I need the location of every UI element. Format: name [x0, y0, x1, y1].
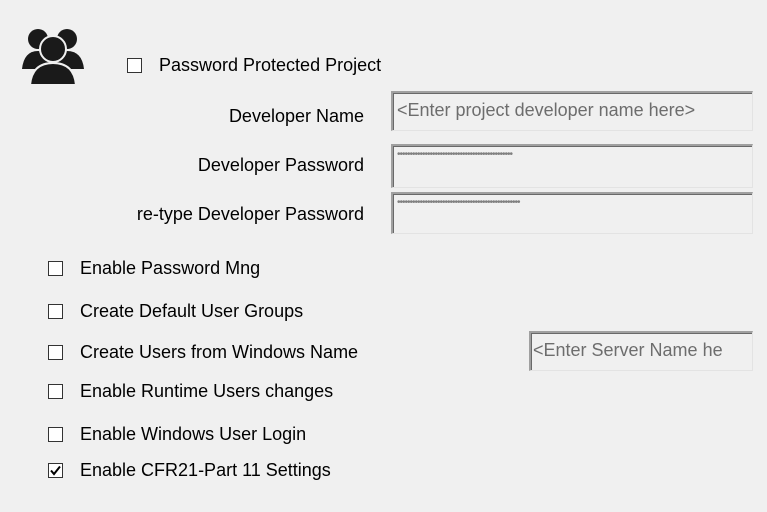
developer-password-field[interactable]: ••••••••••••••••••••••••••••••••••••••••… [391, 144, 753, 188]
retype-password-label: re-type Developer Password [136, 204, 364, 224]
create-users-from-windows-name-checkbox[interactable] [48, 345, 63, 360]
developer-password-label: Developer Password [197, 155, 364, 175]
enable-cfr21-part11-label: Enable CFR21-Part 11 Settings [80, 460, 331, 480]
enable-windows-user-login-label: Enable Windows User Login [80, 424, 307, 444]
retype-password-field[interactable]: ••••••••••••••••••••••••••••••••••••••••… [391, 192, 753, 234]
enable-runtime-users-changes-checkbox[interactable] [48, 384, 63, 399]
enable-password-mng-label: Enable Password Mng [80, 258, 261, 278]
password-protected-label: Password Protected Project [159, 55, 382, 75]
checkmark-icon [50, 465, 61, 476]
users-group-icon [22, 29, 84, 85]
create-default-user-groups-checkbox[interactable] [48, 304, 63, 319]
user-settings-panel: Password Protected Project Developer Nam… [0, 0, 767, 512]
create-users-from-windows-name-label: Create Users from Windows Name [80, 342, 359, 362]
enable-cfr21-part11-checkbox[interactable] [48, 463, 63, 478]
password-protected-checkbox[interactable] [127, 58, 142, 73]
enable-password-mng-checkbox[interactable] [48, 261, 63, 276]
server-name-field[interactable]: <Enter Server Name he [529, 331, 753, 371]
developer-name-label: Developer Name [228, 106, 364, 126]
enable-windows-user-login-checkbox[interactable] [48, 427, 63, 442]
enable-runtime-users-changes-label: Enable Runtime Users changes [80, 381, 334, 401]
developer-name-field[interactable]: <Enter project developer name here> [391, 91, 753, 131]
create-default-user-groups-label: Create Default User Groups [80, 301, 304, 321]
